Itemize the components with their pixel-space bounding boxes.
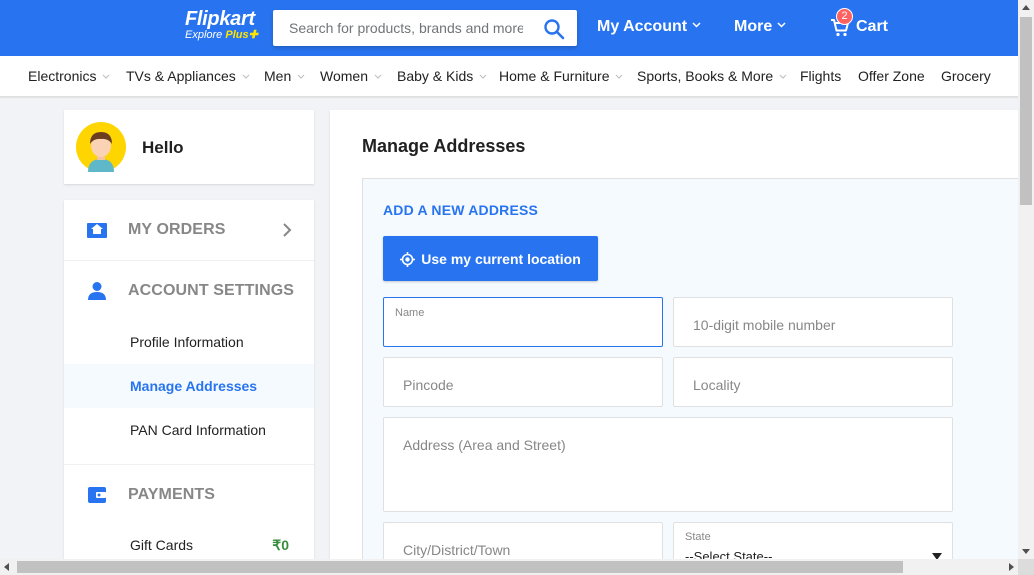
cart-count-badge: 2 [836,8,853,25]
chevron-down-icon [297,74,305,79]
gift-cards-label: Gift Cards [130,537,194,553]
chevron-right-icon [283,223,292,237]
address-placeholder: Address (Area and Street) [403,437,566,453]
sidebar-item-manage-addresses[interactable]: Manage Addresses [64,364,314,408]
chevron-down-icon [242,74,250,79]
name-field[interactable]: Name [383,297,663,347]
sidebar-item-gift-cards[interactable]: Gift Cards ₹0 [64,523,314,560]
scroll-up-arrow-icon[interactable] [1022,5,1030,10]
category-electronics[interactable]: Electronics [28,68,110,84]
scrollbar-corner [1018,559,1034,575]
chevron-down-icon [479,74,487,79]
sidebar-item-pan-card-information[interactable]: PAN Card Information [64,408,314,452]
chevron-down-icon [103,74,110,79]
chevron-down-icon [692,22,701,28]
category-label: TVs & Appliances [126,68,236,84]
category-label: Men [264,68,292,84]
horizontal-scroll-thumb[interactable] [17,561,903,573]
category-label: Grocery [941,68,991,84]
payments-label: PAYMENTS [128,486,216,503]
logo-tagline: Explore Plus✚ [185,29,258,42]
category-bar: Electronics TVs & Appliances Men Women B… [0,56,1018,97]
wallet-icon [88,487,106,503]
logo-text: Flipkart [185,8,255,30]
my-orders-link[interactable]: MY ORDERS [64,200,314,260]
category-home-furniture[interactable]: Home & Furniture [499,68,623,84]
category-baby-kids[interactable]: Baby & Kids [397,68,487,84]
category-men[interactable]: Men [264,68,305,84]
category-label: Women [320,68,368,84]
category-label: Sports, Books & More [637,68,774,84]
more-label: More [734,18,773,35]
use-current-location-button[interactable]: Use my current location [383,236,598,281]
category-offer-zone[interactable]: Offer Zone [858,68,925,84]
my-account-label: My Account [597,18,688,35]
user-icon [88,282,106,300]
new-address-form: ADD A NEW ADDRESS Use my current locatio… [362,178,1020,570]
category-tvs-appliances[interactable]: TVs & Appliances [126,68,250,84]
account-settings-section: ACCOUNT SETTINGS [64,261,314,321]
chevron-down-icon [777,22,786,28]
orders-icon [87,223,107,238]
avatar [76,122,126,172]
category-label: Flights [800,68,842,84]
pincode-field[interactable]: Pincode [383,357,663,407]
account-sidebar: MY ORDERS ACCOUNT SETTINGS Profile Infor… [64,200,314,560]
category-label: Offer Zone [858,68,925,84]
chevron-down-icon [616,74,623,79]
chevron-down-icon [374,74,382,79]
gift-cards-amount: ₹0 [272,537,289,553]
name-field-label: Name [395,307,425,319]
mobile-number-field[interactable]: 10-digit mobile number [673,297,953,347]
logo-plus: Plus [225,29,249,41]
payments-section: PAYMENTS [64,465,314,525]
page-title: Manage Addresses [362,136,526,156]
city-placeholder: City/District/Town [403,542,511,558]
horizontal-scrollbar[interactable] [0,559,1018,575]
my-account-menu[interactable]: My Account [597,18,701,36]
manage-addresses-panel: Manage Addresses ADD A NEW ADDRESS Use m… [330,110,1020,570]
use-location-label: Use my current location [421,250,581,267]
add-new-address-link[interactable]: ADD A NEW ADDRESS [383,202,538,218]
scroll-right-arrow-icon[interactable] [1009,563,1014,571]
category-flights[interactable]: Flights [800,68,841,84]
sidebar-item-profile-information[interactable]: Profile Information [64,320,314,364]
vertical-scrollbar[interactable] [1018,0,1034,559]
my-orders-label: MY ORDERS [128,221,226,238]
category-sports-books[interactable]: Sports, Books & More [637,68,787,84]
search-icon[interactable] [543,18,565,40]
category-label: Electronics [28,68,97,84]
cart-label: Cart [856,18,889,35]
more-menu[interactable]: More [734,18,786,36]
search-bar [273,10,577,46]
location-target-icon [400,251,416,267]
scroll-down-arrow-icon[interactable] [1022,549,1030,554]
logo-explore: Explore [185,29,223,41]
scroll-left-arrow-icon[interactable] [4,563,9,571]
pincode-placeholder: Pincode [403,377,454,393]
locality-field[interactable]: Locality [673,357,953,407]
plus-sign-icon: ✚ [248,29,258,41]
flipkart-logo[interactable]: Flipkart Explore Plus✚ [185,9,258,42]
hello-text: Hello [142,138,184,157]
account-settings-label: ACCOUNT SETTINGS [128,282,295,299]
vertical-scroll-thumb[interactable] [1020,17,1032,205]
user-greeting-card: Hello [64,110,314,184]
category-label: Baby & Kids [397,68,474,84]
state-label: State [685,531,711,543]
category-label: Home & Furniture [499,68,610,84]
mobile-number-placeholder: 10-digit mobile number [693,317,836,333]
chevron-down-icon [779,74,787,79]
top-header: Flipkart Explore Plus✚ My Account More 2… [0,0,1018,56]
search-input[interactable] [273,10,523,46]
category-grocery[interactable]: Grocery [941,68,991,84]
address-textarea[interactable]: Address (Area and Street) [383,417,953,512]
locality-placeholder: Locality [693,377,741,393]
category-women[interactable]: Women [320,68,382,84]
